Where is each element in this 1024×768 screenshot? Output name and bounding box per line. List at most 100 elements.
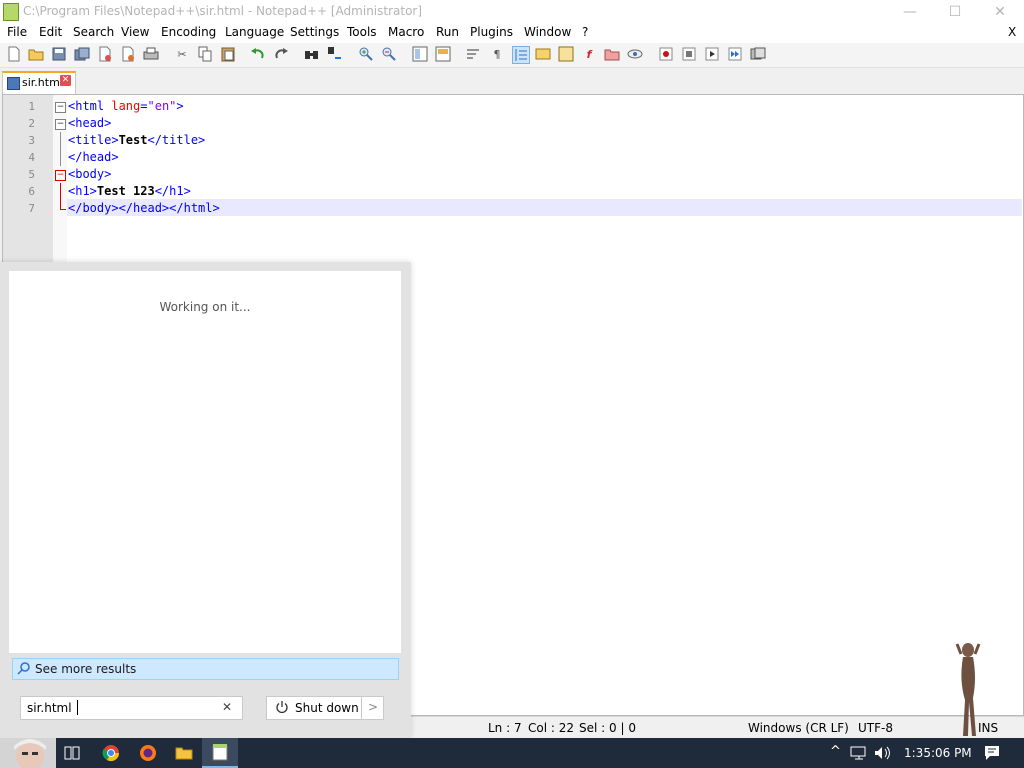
line-number: 1 — [28, 100, 35, 113]
fold-toggle-icon[interactable]: − — [55, 102, 66, 113]
file-explorer-icon[interactable] — [166, 738, 202, 768]
find-icon[interactable] — [304, 46, 320, 62]
function-list-icon[interactable]: f — [581, 46, 597, 62]
sync-vertical-icon[interactable] — [412, 46, 428, 62]
copy-icon[interactable] — [197, 46, 213, 62]
monitoring-icon[interactable] — [627, 46, 643, 62]
close-document-button[interactable]: X — [1008, 25, 1016, 39]
code-token: Test — [118, 133, 148, 147]
record-macro-icon[interactable] — [658, 46, 674, 62]
shut-down-options-arrow[interactable]: > — [368, 700, 378, 714]
fold-toggle-icon[interactable]: − — [55, 170, 66, 181]
network-icon[interactable] — [850, 745, 868, 764]
tray-chevron-icon[interactable]: ^ — [830, 744, 841, 759]
menu-search[interactable]: Search — [73, 25, 114, 39]
search-results-area: Working on it... — [9, 271, 401, 653]
see-more-results-label: See more results — [35, 662, 137, 676]
close-all-icon[interactable] — [120, 46, 136, 62]
status-encoding[interactable]: UTF-8 — [858, 721, 893, 735]
code-line[interactable]: <head> — [68, 116, 111, 130]
volume-icon[interactable] — [874, 745, 892, 764]
working-status-text: Working on it... — [159, 300, 251, 314]
zoom-in-icon[interactable] — [358, 46, 374, 62]
action-center-icon[interactable] — [984, 745, 1000, 764]
chrome-icon[interactable] — [93, 738, 129, 768]
user-defined-language-icon[interactable] — [535, 46, 551, 62]
fold-guide — [60, 183, 61, 209]
stop-recording-icon[interactable] — [681, 46, 697, 62]
menu-run[interactable]: Run — [436, 25, 459, 39]
redo-icon[interactable] — [273, 46, 289, 62]
fold-toggle-icon[interactable]: − — [55, 119, 66, 130]
shut-down-label: Shut down — [295, 701, 359, 715]
show-all-chars-icon[interactable]: ¶ — [489, 46, 505, 62]
zoom-out-icon[interactable] — [381, 46, 397, 62]
menu-language[interactable]: Language — [225, 25, 284, 39]
menu-macro[interactable]: Macro — [388, 25, 424, 39]
new-file-icon[interactable] — [6, 46, 22, 62]
close-button[interactable]: ✕ — [977, 0, 1023, 23]
menu-plugins[interactable]: Plugins — [470, 25, 513, 39]
code-token: <head> — [68, 116, 112, 130]
save-icon[interactable] — [51, 46, 67, 62]
playback-macro-icon[interactable] — [704, 46, 720, 62]
firefox-icon[interactable] — [130, 738, 166, 768]
code-line[interactable]: </head> — [68, 150, 119, 164]
title-bar[interactable]: C:\Program Files\Notepad++\sir.html - No… — [0, 0, 1024, 23]
line-number: 7 — [28, 202, 35, 215]
menu-window[interactable]: Window — [524, 25, 571, 39]
line-number: 4 — [28, 151, 35, 164]
cut-icon[interactable]: ✂ — [174, 46, 190, 62]
menu-view[interactable]: View — [121, 25, 149, 39]
window-title: C:\Program Files\Notepad++\sir.html - No… — [23, 4, 423, 18]
indent-guide-icon[interactable] — [512, 46, 530, 64]
save-all-icon[interactable] — [74, 46, 90, 62]
shut-down-button[interactable]: Shut down > — [266, 696, 384, 720]
run-macro-multiple-icon[interactable] — [727, 46, 743, 62]
toolbar: ✂ ¶ f — [0, 43, 1024, 68]
tab-close-icon[interactable]: ✕ — [60, 75, 71, 86]
search-input[interactable]: sir.html ✕ — [20, 696, 243, 720]
search-icon — [17, 661, 31, 678]
undo-icon[interactable] — [250, 46, 266, 62]
save-macro-icon[interactable] — [750, 46, 766, 62]
clear-search-icon[interactable]: ✕ — [222, 700, 232, 714]
close-file-icon[interactable] — [97, 46, 113, 62]
menu-help[interactable]: ? — [582, 25, 588, 39]
code-line[interactable]: </body></head></html> — [68, 201, 220, 215]
tab-sir-html[interactable]: sir.html ✕ — [2, 71, 76, 94]
replace-icon[interactable] — [327, 46, 343, 62]
menu-file[interactable]: File — [7, 25, 27, 39]
start-button-avatar[interactable] — [0, 738, 56, 768]
minimize-button[interactable]: — — [887, 0, 933, 23]
maximize-button[interactable]: ☐ — [932, 0, 978, 23]
shut-down-divider — [361, 697, 362, 719]
print-icon[interactable] — [143, 46, 159, 62]
menu-tools[interactable]: Tools — [347, 25, 377, 39]
paste-icon[interactable] — [220, 46, 236, 62]
code-token: </body></head></html> — [68, 201, 220, 215]
see-more-results-button[interactable]: See more results — [12, 658, 399, 680]
tab-label: sir.html — [22, 76, 63, 89]
folder-as-workspace-icon[interactable] — [604, 46, 620, 62]
code-line[interactable]: <body> — [68, 167, 111, 181]
open-file-icon[interactable] — [28, 46, 44, 62]
sync-horizontal-icon[interactable] — [435, 46, 451, 62]
word-wrap-icon[interactable] — [466, 46, 482, 62]
menu-encoding[interactable]: Encoding — [161, 25, 216, 39]
menu-settings[interactable]: Settings — [290, 25, 339, 39]
status-eol-format[interactable]: Windows (CR LF) — [748, 721, 849, 735]
notepad-plus-plus-taskbar-icon[interactable] — [202, 738, 238, 768]
code-line[interactable]: <html lang="en"> — [68, 99, 184, 113]
document-map-icon[interactable] — [558, 46, 574, 62]
status-insert-mode[interactable]: INS — [978, 721, 998, 735]
task-view-icon[interactable] — [54, 738, 90, 768]
taskbar: ^ 1:35:06 PM — [0, 738, 1024, 768]
code-token: </h1> — [154, 184, 191, 198]
code-line[interactable]: <title>Test</title> — [68, 133, 205, 147]
code-line[interactable]: <h1>Test 123</h1> — [68, 184, 191, 198]
start-search-panel: Working on it... See more results sir.ht… — [0, 262, 411, 738]
menu-edit[interactable]: Edit — [39, 25, 62, 39]
clock[interactable]: 1:35:06 PM — [904, 746, 972, 760]
code-token: <h1> — [68, 184, 97, 198]
